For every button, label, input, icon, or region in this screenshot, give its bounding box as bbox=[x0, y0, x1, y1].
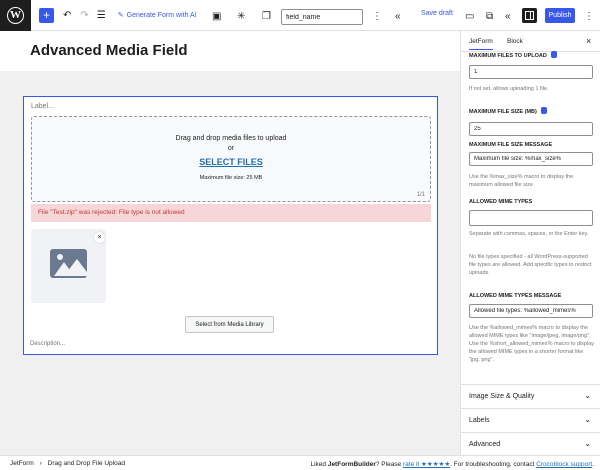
max-file-size-text: Maximum file size: 25 MB bbox=[199, 175, 263, 181]
panel-image-size-quality[interactable]: Image Size & Quality ⌄ bbox=[461, 384, 600, 408]
magic-wand-icon: ✎ bbox=[117, 12, 124, 19]
collapse-sidebar-icon[interactable]: « bbox=[505, 6, 511, 26]
field-name-input[interactable] bbox=[281, 9, 363, 25]
settings-panel-icon[interactable] bbox=[522, 8, 537, 23]
redo-icon[interactable]: ↷ bbox=[80, 5, 88, 25]
generate-ai-button[interactable]: ✎ Generate Form with AI bbox=[117, 11, 197, 20]
panel-labels[interactable]: Labels ⌄ bbox=[461, 408, 600, 432]
tab-block[interactable]: Block bbox=[507, 38, 523, 45]
mime-types-note: No file types specified - all WordPress-… bbox=[469, 254, 592, 276]
more-options-icon[interactable]: ⋮ bbox=[372, 6, 382, 26]
dropzone-text: Drag and drop media files to upload bbox=[175, 135, 287, 142]
file-count: 1/1 bbox=[416, 192, 425, 198]
breadcrumb: JetForm › Drag and Drop File Upload bbox=[10, 460, 129, 467]
rate-link[interactable]: rate it ★★★★★ bbox=[403, 461, 450, 468]
mime-types-help: Separate with commas, spaces, or the Ent… bbox=[469, 231, 589, 237]
select-files-link[interactable]: SELECT FILES bbox=[32, 157, 430, 167]
footer-credit: Liked JetFormBuilder? Please rate it ★★★… bbox=[310, 461, 594, 468]
advanced-media-field-block[interactable]: Label... Drag and drop media files to up… bbox=[23, 96, 438, 355]
add-block-button[interactable]: + bbox=[39, 7, 54, 23]
save-draft-button[interactable]: Save draft bbox=[421, 10, 453, 17]
field-label[interactable]: Label... bbox=[31, 103, 54, 110]
select-media-library-button[interactable]: Select from Media Library bbox=[185, 316, 274, 333]
sidebar-tabs: JetForm Block × bbox=[461, 31, 600, 52]
panel-advanced[interactable]: Advanced ⌄ bbox=[461, 432, 600, 455]
wordpress-logo-icon[interactable]: W bbox=[0, 0, 31, 31]
mime-message-input[interactable] bbox=[469, 304, 593, 318]
max-size-message-help: Use the %max_size% macro to display the … bbox=[469, 174, 574, 188]
settings-sidebar: JetForm Block × MAXIMUM FILES TO UPLOAD … bbox=[460, 31, 600, 455]
max-size-input[interactable] bbox=[469, 122, 593, 136]
brand-name: JetFormBuilder bbox=[327, 461, 376, 468]
image-placeholder-icon bbox=[50, 249, 87, 278]
top-toolbar: W + ↶ ↷ ☰ ✎ Generate Form with AI ▣ ✳ ❐ … bbox=[0, 0, 600, 31]
breadcrumb-jetform[interactable]: JetForm bbox=[10, 460, 34, 467]
max-size-label: MAXIMUM FILE SIZE (MB) bbox=[469, 107, 547, 115]
error-message: File "Test.zip" was rejected: File type … bbox=[31, 204, 431, 222]
mime-message-label: ALLOWED MIME TYPES MESSAGE bbox=[469, 293, 562, 299]
external-link-icon[interactable]: ⧉ bbox=[486, 6, 493, 26]
generate-ai-label: Generate Form with AI bbox=[126, 11, 197, 19]
support-link[interactable]: Crocoblock support bbox=[536, 461, 592, 468]
mime-types-input[interactable] bbox=[469, 210, 593, 226]
database-icon[interactable] bbox=[550, 51, 557, 58]
dropzone[interactable]: Drag and drop media files to upload or S… bbox=[31, 116, 431, 202]
title-area: Advanced Media Field bbox=[0, 31, 460, 71]
list-view-icon[interactable]: ☰ bbox=[97, 5, 106, 25]
page-title[interactable]: Advanced Media Field bbox=[30, 42, 188, 59]
max-files-help: If not set, allows uploading 1 file. bbox=[469, 86, 549, 92]
max-size-message-label: MAXIMUM FILE SIZE MESSAGE bbox=[469, 142, 553, 148]
dropzone-or: or bbox=[227, 145, 235, 152]
field-description[interactable]: Description... bbox=[30, 341, 65, 347]
editor-canvas: Advanced Media Field Label... Drag and d… bbox=[0, 31, 460, 455]
preview-icon[interactable]: ▭ bbox=[465, 6, 474, 26]
chevron-down-icon: ⌄ bbox=[584, 415, 591, 424]
copy-icon[interactable]: ❐ bbox=[262, 6, 271, 26]
max-files-label: MAXIMUM FILES TO UPLOAD bbox=[469, 51, 557, 59]
max-files-input[interactable] bbox=[469, 65, 593, 79]
database-icon[interactable] bbox=[540, 107, 547, 114]
block-tools-icon[interactable]: ✳ bbox=[237, 6, 245, 26]
options-menu-icon[interactable]: ⋮ bbox=[584, 6, 594, 26]
remove-file-button[interactable]: × bbox=[94, 232, 105, 243]
tab-jetform[interactable]: JetForm bbox=[469, 38, 493, 50]
publish-button[interactable]: Publish bbox=[545, 8, 575, 23]
undo-icon[interactable]: ↶ bbox=[63, 5, 71, 25]
close-sidebar-button[interactable]: × bbox=[586, 36, 591, 46]
max-size-message-input[interactable] bbox=[469, 152, 593, 166]
form-settings-icon[interactable]: ▣ bbox=[212, 6, 221, 26]
footer-bar: JetForm › Drag and Drop File Upload Like… bbox=[0, 455, 600, 470]
breadcrumb-separator: › bbox=[39, 460, 42, 467]
chevron-down-icon: ⌄ bbox=[584, 439, 591, 448]
chevron-down-icon: ⌄ bbox=[584, 391, 591, 400]
breadcrumb-current[interactable]: Drag and Drop File Upload bbox=[48, 460, 125, 467]
mime-types-label: ALLOWED MIME TYPES bbox=[469, 199, 533, 205]
mime-message-help: Use the %allowed_mimes% macro to display… bbox=[469, 325, 595, 363]
file-thumbnail[interactable]: × bbox=[31, 229, 106, 303]
collapse-icon[interactable]: « bbox=[395, 6, 401, 26]
